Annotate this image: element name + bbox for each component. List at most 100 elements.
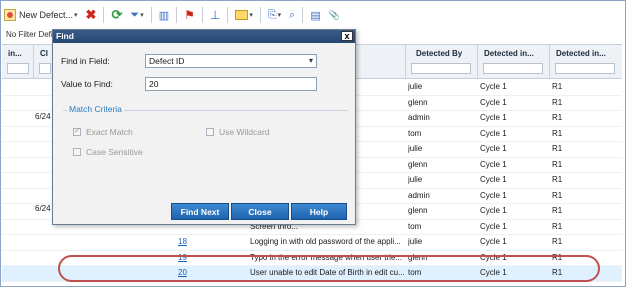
toolbar-separator [259, 7, 261, 23]
summary-cell: Logging in with old password of the appl… [250, 237, 401, 246]
chevron-down-icon: ▾ [308, 56, 313, 65]
zoom-icon[interactable]: ⌕ [286, 6, 298, 24]
detected-by-cell: admin [408, 190, 430, 200]
detected-in-cycle-cell: Cycle 1 [480, 190, 507, 200]
column-header-label: Detected By [416, 49, 463, 58]
find-in-field-value: Defect ID [149, 56, 185, 66]
use-wildcard-label: Use Wildcard [219, 127, 270, 137]
toolbar-separator [176, 7, 178, 23]
detected-by-cell: julie [408, 175, 423, 184]
detected-by-cell: tom [408, 128, 422, 138]
toolbar-separator [302, 7, 304, 23]
dialog-title: Find [56, 31, 74, 41]
filter-icon[interactable]: ⏷ ▾ [127, 6, 146, 24]
find-dialog: Find x Find in Field: Defect ID ▾ Value … [52, 29, 356, 225]
mail-icon [235, 10, 249, 20]
detected-in-release-cell: R1 [552, 190, 563, 200]
column-filter-input[interactable] [555, 63, 615, 74]
detected-by-cell: julie [408, 144, 423, 153]
dialog-title-bar[interactable]: Find x [53, 30, 355, 43]
detected-in-cycle-cell: Cycle 1 [480, 206, 507, 215]
detected-in-cycle-cell: Cycle 1 [480, 128, 507, 138]
detected-in-cycle-cell: Cycle 1 [480, 159, 507, 169]
chevron-down-icon[interactable]: ▾ [74, 11, 78, 19]
column-header[interactable]: Detected in... [478, 45, 550, 79]
delete-icon[interactable]: ✖ [83, 6, 100, 24]
toolbar-separator [201, 7, 203, 23]
detected-in-release-cell: R1 [552, 97, 563, 107]
checkbox-icon [73, 148, 81, 156]
table-row[interactable]: 18 Logging in with old password of the ap… [2, 235, 622, 251]
checkbox-icon [206, 128, 214, 136]
value-to-find-input[interactable]: 20 [145, 77, 317, 91]
detected-by-cell: admin [408, 113, 430, 122]
case-sensitive-label: Case Sensitive [86, 147, 143, 157]
detected-in-cycle-cell: Cycle 1 [480, 144, 507, 153]
checkbox-icon [73, 126, 81, 136]
column-header-label: Detected in... [484, 49, 534, 58]
detected-in-release-cell: R1 [552, 128, 563, 138]
dialog-buttons: Find Next Close Help [171, 203, 347, 220]
detected-in-release-cell: R1 [552, 221, 563, 231]
detected-in-release-cell: R1 [552, 159, 563, 169]
close-button[interactable]: Close [231, 203, 289, 220]
detected-in-cycle-cell: Cycle 1 [480, 237, 507, 246]
column-filter-input[interactable] [39, 63, 51, 74]
case-sensitive-checkbox[interactable]: Case Sensitive [73, 147, 143, 157]
highlight-annotation [58, 255, 600, 282]
find-next-button[interactable]: Find Next [171, 203, 229, 220]
new-defect-button[interactable]: New Defect... ▾ [2, 6, 81, 24]
attach-button[interactable]: ⎘ ▾ [265, 6, 284, 24]
detected-by-cell: glenn [408, 206, 428, 215]
detected-in-release-cell: R1 [552, 237, 563, 246]
close-icon[interactable]: x [341, 31, 353, 41]
match-criteria-label: Match Criteria [67, 104, 124, 114]
flag-icon[interactable]: ⚑ [181, 6, 198, 24]
toolbar-separator [103, 7, 105, 23]
detected-in-release-cell: R1 [552, 113, 563, 122]
detected-by-cell: julie [408, 82, 423, 91]
detected-in-release-cell: R1 [552, 175, 563, 184]
column-header[interactable]: Detected in... [550, 45, 622, 79]
detected-by-cell: glenn [408, 159, 428, 169]
mail-button[interactable]: ▾ [232, 6, 256, 24]
detected-by-cell: glenn [408, 97, 428, 107]
detected-in-cycle-cell: Cycle 1 [480, 113, 507, 122]
toolbar: New Defect... ▾ ✖ ⟳ ⏷ ▾ ▥ ⚑ ⊥ ▾ ⎘ ▾ ⌕ ▤ 📎 [2, 4, 622, 26]
find-in-field-label: Find in Field: [61, 56, 110, 66]
exact-match-label: Exact Match [86, 127, 133, 137]
column-filter-input[interactable] [483, 63, 543, 74]
detected-by-cell: tom [408, 221, 422, 231]
new-defect-icon [4, 9, 16, 21]
columns-icon[interactable]: ▥ [156, 6, 172, 24]
exact-match-checkbox[interactable]: Exact Match [73, 126, 133, 137]
column-header-label: in... [8, 49, 22, 58]
detected-in-release-cell: R1 [552, 206, 563, 215]
column-header[interactable]: in... [2, 45, 34, 79]
pin-icon[interactable]: ⊥ [207, 6, 223, 24]
match-criteria-group: Match Criteria Exact Match Use Wildcard … [63, 104, 348, 188]
column-header[interactable]: Detected By [406, 45, 478, 79]
toolbar-separator [227, 7, 229, 23]
detected-by-cell: julie [408, 237, 423, 246]
value-to-find-label: Value to Find: [61, 79, 113, 89]
detected-in-cycle-cell: Cycle 1 [480, 82, 507, 91]
detected-in-release-cell: R1 [552, 144, 563, 153]
help-button[interactable]: Help [291, 203, 347, 220]
defect-id-link[interactable]: 18 [178, 237, 218, 246]
detected-in-cycle-cell: Cycle 1 [480, 175, 507, 184]
column-filter-input[interactable] [411, 63, 471, 74]
paperclip-icon[interactable]: 📎 [326, 6, 343, 24]
refresh-icon[interactable]: ⟳ [108, 6, 125, 24]
comment-icon[interactable]: ▤ [307, 6, 323, 24]
detected-in-cycle-cell: Cycle 1 [480, 97, 507, 107]
find-in-field-select[interactable]: Defect ID ▾ [145, 54, 317, 68]
new-defect-label: New Defect... [19, 10, 74, 20]
detected-in-cycle-cell: Cycle 1 [480, 221, 507, 231]
toolbar-separator [150, 7, 152, 23]
column-header-label: Cl [40, 49, 48, 58]
column-header-label: Detected in... [556, 49, 606, 58]
detected-in-release-cell: R1 [552, 82, 563, 91]
use-wildcard-checkbox[interactable]: Use Wildcard [206, 127, 270, 137]
column-filter-input[interactable] [7, 63, 29, 74]
